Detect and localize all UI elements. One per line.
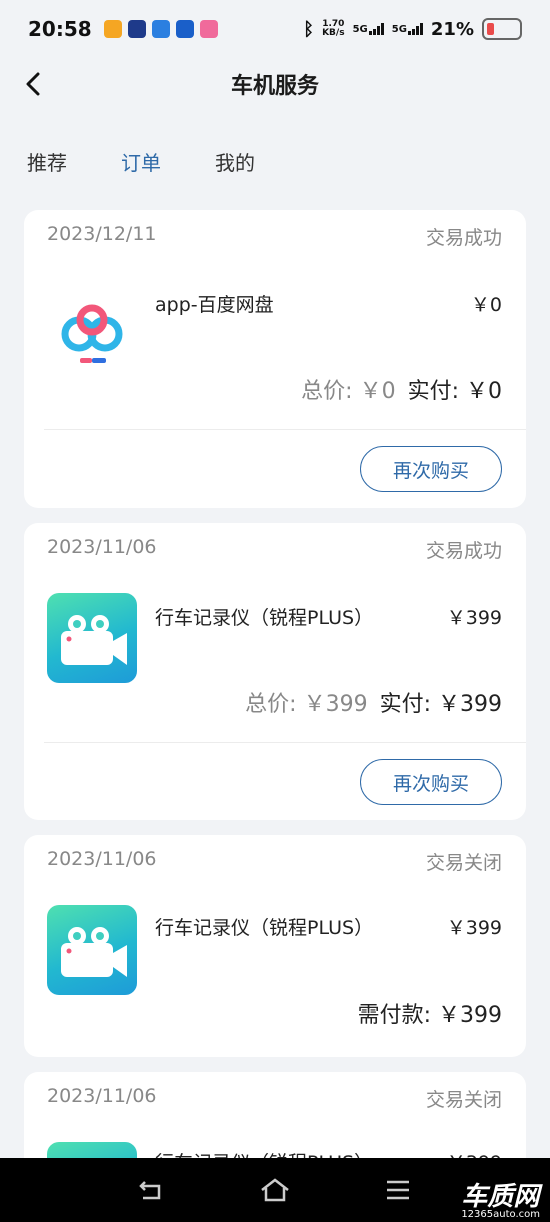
product-name: 行车记录仪（锐程PLUS） [155, 607, 374, 629]
menu-icon [387, 1180, 410, 1200]
net-speed: 1.70 KB/s [322, 19, 345, 38]
buy-again-button[interactable]: 再次购买 [360, 759, 502, 805]
buy-again-button[interactable]: 再次购买 [360, 446, 502, 492]
back-icon [138, 1181, 160, 1200]
nav-back-button[interactable] [132, 1170, 172, 1210]
order-date: 2023/11/06 [47, 848, 157, 870]
page-title: 车机服务 [230, 74, 319, 99]
product-price: ￥399 [446, 917, 502, 939]
order-totals: 总价: ￥399 实付: ￥399 [245, 692, 502, 717]
order-status: 交易关闭 [425, 1089, 502, 1111]
chevron-left-icon [26, 72, 40, 96]
divider [44, 429, 526, 430]
back-button[interactable] [18, 68, 50, 100]
order-totals: 总价: ￥0 实付: ￥0 [301, 379, 502, 404]
order-status: 交易成功 [425, 540, 502, 562]
divider [44, 742, 526, 743]
tab-recommend[interactable]: 推荐 [27, 147, 67, 176]
tab-orders[interactable]: 订单 [121, 147, 161, 176]
status-bar: 20:58 ᛒ 1.70 KB/s 5G 5G 21% [0, 0, 550, 58]
battery-icon [482, 18, 522, 40]
order-date: 2023/12/11 [47, 223, 157, 245]
order-status: 交易关闭 [425, 852, 502, 874]
notification-app-icon [175, 20, 194, 38]
product-name: app-百度网盘 [155, 294, 274, 316]
order-card[interactable]: 2023/11/06 交易成功 行车记录仪（锐程PLUS） ￥399 总价: ￥… [24, 523, 526, 820]
product-price: ￥0 [470, 294, 502, 316]
dashcam-icon [47, 905, 137, 995]
dashcam-icon [47, 593, 137, 683]
product-price: ￥399 [446, 607, 502, 629]
order-card[interactable]: 2023/12/11 交易成功 app-百度网盘 ￥0 总价: ￥0 实付: ￥… [24, 210, 526, 508]
order-date: 2023/11/06 [47, 1085, 157, 1107]
home-icon [261, 1178, 289, 1202]
tab-bar: 推荐 订单 我的 [27, 147, 255, 176]
order-date: 2023/11/06 [47, 536, 157, 558]
notification-app-icon [103, 20, 122, 38]
order-card[interactable]: 2023/11/06 交易关闭 行车记录仪（锐程PLUS） ￥399 需付款: … [24, 835, 526, 1057]
product-name: 行车记录仪（锐程PLUS） [155, 917, 374, 939]
bluetooth-icon: ᛒ [303, 18, 315, 40]
notification-app-icon [199, 20, 218, 38]
baidu-netdisk-icon [47, 288, 137, 378]
notification-app-icon [151, 20, 170, 38]
battery-percent: 21% [430, 18, 474, 40]
nav-home-button[interactable] [255, 1170, 295, 1210]
signal-icon: 5G [392, 23, 423, 35]
app-header: 车机服务 [0, 58, 550, 110]
order-amount-due: 需付款: ￥399 [357, 1003, 502, 1028]
watermark: 车质网 12365auto.com [461, 1182, 540, 1220]
notification-app-icon [127, 20, 146, 38]
order-status: 交易成功 [425, 227, 502, 249]
clock: 20:58 [28, 17, 92, 41]
tab-mine[interactable]: 我的 [215, 147, 255, 176]
signal-icon: 5G [353, 23, 384, 35]
nav-menu-button[interactable] [378, 1170, 418, 1210]
